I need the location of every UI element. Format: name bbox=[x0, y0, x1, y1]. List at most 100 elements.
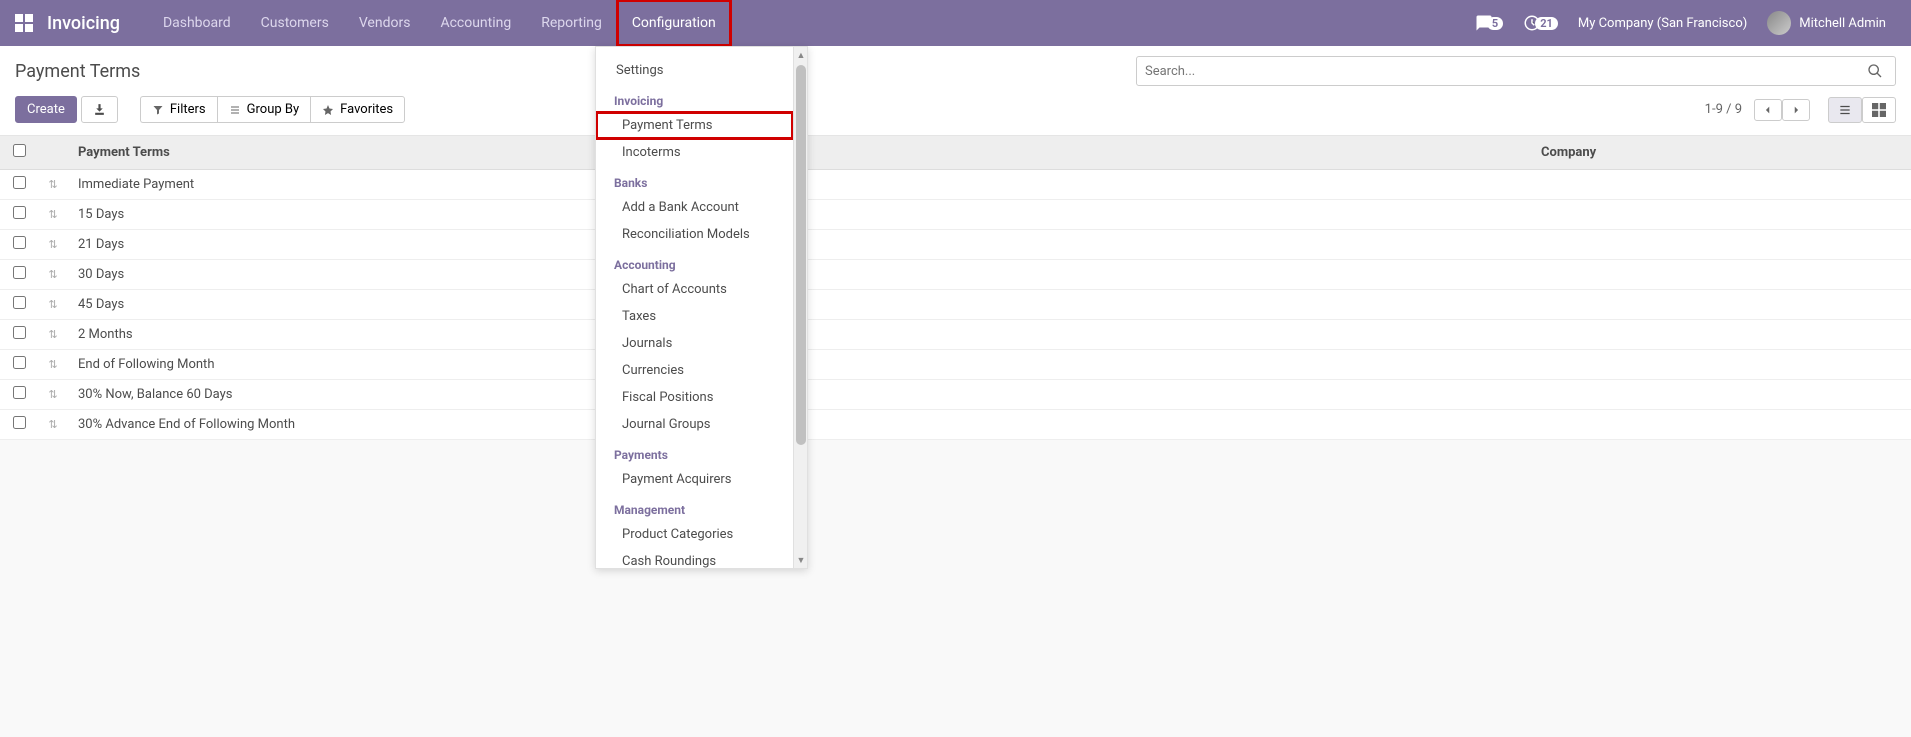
dd-header-banks: Banks bbox=[596, 166, 793, 194]
configuration-dropdown: Settings Invoicing Payment Terms Incoter… bbox=[595, 46, 808, 569]
row-company bbox=[1531, 200, 1911, 230]
chevron-left-icon bbox=[1763, 104, 1773, 116]
create-button[interactable]: Create bbox=[15, 96, 77, 123]
table-row[interactable]: 21 Days bbox=[0, 230, 1911, 260]
drag-handle-icon[interactable] bbox=[48, 328, 57, 341]
star-icon bbox=[322, 104, 334, 116]
funnel-icon bbox=[152, 104, 164, 116]
row-checkbox[interactable] bbox=[13, 416, 26, 429]
dd-header-management: Management bbox=[596, 493, 793, 521]
search-input[interactable] bbox=[1145, 64, 1863, 79]
dd-header-invoicing: Invoicing bbox=[596, 84, 793, 112]
search-icon bbox=[1867, 63, 1883, 79]
row-company bbox=[1531, 350, 1911, 380]
nav-reporting[interactable]: Reporting bbox=[526, 0, 617, 46]
dd-currencies[interactable]: Currencies bbox=[596, 357, 793, 384]
drag-handle-icon[interactable] bbox=[48, 358, 57, 371]
dd-chart-accounts[interactable]: Chart of Accounts bbox=[596, 276, 793, 303]
search-wrap[interactable] bbox=[1136, 56, 1896, 86]
table-row[interactable]: Immediate Payment bbox=[0, 170, 1911, 200]
scroll-thumb[interactable] bbox=[796, 65, 806, 445]
row-company bbox=[1531, 290, 1911, 320]
drag-handle-icon[interactable] bbox=[48, 388, 57, 401]
pager-next[interactable] bbox=[1782, 99, 1810, 121]
dd-header-payments: Payments bbox=[596, 438, 793, 466]
dd-journals[interactable]: Journals bbox=[596, 330, 793, 357]
nav-accounting[interactable]: Accounting bbox=[425, 0, 526, 46]
groupby-button[interactable]: Group By bbox=[217, 96, 311, 123]
messages-button[interactable]: 5 bbox=[1465, 0, 1513, 46]
row-checkbox[interactable] bbox=[13, 266, 26, 279]
dd-fiscal-positions[interactable]: Fiscal Positions bbox=[596, 384, 793, 411]
list-icon bbox=[229, 104, 241, 116]
table-row[interactable]: 45 Days bbox=[0, 290, 1911, 320]
row-checkbox[interactable] bbox=[13, 296, 26, 309]
pager-prev[interactable] bbox=[1754, 99, 1782, 121]
activities-badge: 21 bbox=[1535, 17, 1558, 30]
table-row[interactable]: 30% Now, Balance 60 Days bbox=[0, 380, 1911, 410]
app-title[interactable]: Invoicing bbox=[47, 13, 120, 34]
row-checkbox[interactable] bbox=[13, 236, 26, 249]
table-row[interactable]: 30% Advance End of Following Month bbox=[0, 410, 1911, 440]
kanban-view-button[interactable] bbox=[1862, 97, 1896, 123]
dd-payment-acquirers[interactable]: Payment Acquirers bbox=[596, 466, 793, 493]
drag-handle-icon[interactable] bbox=[48, 238, 57, 251]
dd-cash-roundings[interactable]: Cash Roundings bbox=[596, 548, 793, 569]
search-button[interactable] bbox=[1863, 63, 1887, 79]
row-company bbox=[1531, 380, 1911, 410]
row-checkbox[interactable] bbox=[13, 176, 26, 189]
row-company bbox=[1531, 410, 1911, 440]
col-header-company[interactable]: Company bbox=[1531, 136, 1911, 170]
dd-taxes[interactable]: Taxes bbox=[596, 303, 793, 330]
row-company bbox=[1531, 230, 1911, 260]
apps-icon[interactable] bbox=[15, 14, 33, 32]
dd-journal-groups[interactable]: Journal Groups bbox=[596, 411, 793, 438]
scroll-up-icon[interactable]: ▲ bbox=[796, 49, 806, 61]
payment-terms-table: Payment Terms Company Immediate Payment1… bbox=[0, 136, 1911, 440]
drag-handle-icon[interactable] bbox=[48, 178, 57, 191]
dd-reconciliation[interactable]: Reconciliation Models bbox=[596, 221, 793, 248]
nav-dashboard[interactable]: Dashboard bbox=[148, 0, 246, 46]
drag-handle-icon[interactable] bbox=[48, 418, 57, 431]
drag-handle-icon[interactable] bbox=[48, 298, 57, 311]
dd-settings[interactable]: Settings bbox=[596, 57, 793, 84]
filters-button[interactable]: Filters bbox=[140, 96, 217, 123]
control-panel: Payment Terms Create Filters Group By bbox=[0, 46, 1911, 136]
row-checkbox[interactable] bbox=[13, 386, 26, 399]
scroll-down-icon[interactable]: ▼ bbox=[796, 554, 806, 566]
row-company bbox=[1531, 260, 1911, 290]
nav-customers[interactable]: Customers bbox=[246, 0, 344, 46]
row-checkbox[interactable] bbox=[13, 356, 26, 369]
row-checkbox[interactable] bbox=[13, 206, 26, 219]
page-title: Payment Terms bbox=[15, 61, 140, 82]
table-row[interactable]: 30 Days bbox=[0, 260, 1911, 290]
nav-configuration[interactable]: Configuration bbox=[617, 0, 731, 46]
nav-vendors[interactable]: Vendors bbox=[344, 0, 426, 46]
dd-add-bank[interactable]: Add a Bank Account bbox=[596, 194, 793, 221]
row-company bbox=[1531, 320, 1911, 350]
dd-payment-terms[interactable]: Payment Terms bbox=[596, 112, 793, 139]
avatar bbox=[1767, 11, 1791, 35]
dd-product-categories[interactable]: Product Categories bbox=[596, 521, 793, 548]
select-all-header[interactable] bbox=[0, 136, 38, 170]
import-button[interactable] bbox=[81, 96, 118, 123]
table-row[interactable]: 2 Months bbox=[0, 320, 1911, 350]
pager-range: 1-9 / 9 bbox=[1705, 102, 1742, 117]
row-company bbox=[1531, 170, 1911, 200]
row-checkbox[interactable] bbox=[13, 326, 26, 339]
drag-handle-icon[interactable] bbox=[48, 208, 57, 221]
messages-badge: 5 bbox=[1487, 17, 1503, 30]
table-row[interactable]: End of Following Month bbox=[0, 350, 1911, 380]
activities-button[interactable]: 21 bbox=[1513, 0, 1568, 46]
user-menu[interactable]: Mitchell Admin bbox=[1757, 0, 1896, 46]
dd-incoterms[interactable]: Incoterms bbox=[596, 139, 793, 166]
dropdown-scrollbar[interactable]: ▲ ▼ bbox=[793, 47, 807, 568]
favorites-button[interactable]: Favorites bbox=[310, 96, 405, 123]
drag-handle-icon[interactable] bbox=[48, 268, 57, 281]
company-selector[interactable]: My Company (San Francisco) bbox=[1568, 0, 1757, 46]
pager: 1-9 / 9 bbox=[1705, 99, 1810, 121]
list-view-icon bbox=[1838, 103, 1852, 117]
table-row[interactable]: 15 Days bbox=[0, 200, 1911, 230]
select-all-checkbox[interactable] bbox=[13, 144, 26, 157]
list-view-button[interactable] bbox=[1828, 97, 1862, 123]
